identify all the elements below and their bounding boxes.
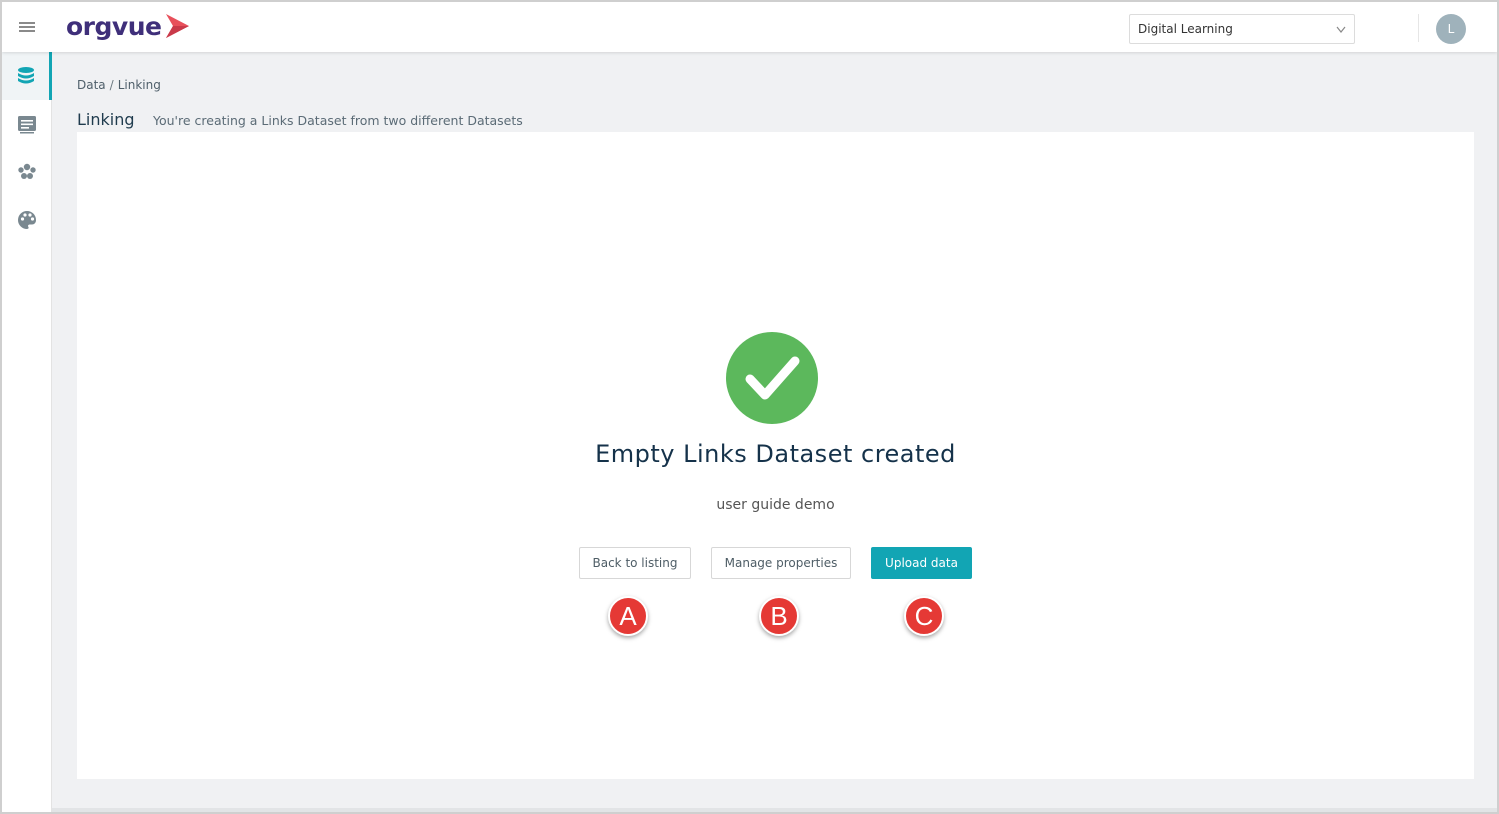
chevron-down-icon xyxy=(1336,26,1346,33)
workspace-select[interactable]: Digital Learning xyxy=(1129,14,1355,44)
manage-properties-button[interactable]: Manage properties xyxy=(711,547,851,579)
sidebar-item-design[interactable] xyxy=(2,196,52,244)
breadcrumb: Data / Linking xyxy=(77,78,161,92)
people-group-icon xyxy=(18,163,36,179)
sidebar-item-people[interactable] xyxy=(2,148,52,196)
success-check-icon xyxy=(726,332,818,424)
page-title: Linking xyxy=(77,110,135,129)
logo[interactable]: orgvue xyxy=(66,8,192,44)
avatar-initial: L xyxy=(1447,22,1455,36)
back-to-listing-button[interactable]: Back to listing xyxy=(579,547,691,579)
palette-icon xyxy=(18,210,37,229)
sidebar-item-data[interactable] xyxy=(2,52,52,100)
result-card: Empty Links Dataset created user guide d… xyxy=(77,132,1474,779)
breadcrumb-separator: / xyxy=(109,78,114,92)
sidebar xyxy=(2,52,52,812)
annotation-marker-c: C xyxy=(904,596,944,636)
workspace-select-value: Digital Learning xyxy=(1138,22,1233,36)
app-window: orgvue Digital Learning L Data / Linking… xyxy=(0,0,1499,814)
breadcrumb-current: Linking xyxy=(117,78,161,92)
annotation-marker-b: B xyxy=(759,596,799,636)
database-icon xyxy=(17,67,34,84)
avatar[interactable]: L xyxy=(1436,14,1466,44)
divider xyxy=(1418,14,1419,42)
bottom-strip xyxy=(52,808,1497,812)
logo-text: orgvue xyxy=(66,11,162,41)
page-subtitle: You're creating a Links Dataset from two… xyxy=(153,113,523,128)
upload-data-button[interactable]: Upload data xyxy=(871,547,972,579)
logo-mark-icon xyxy=(166,14,190,38)
breadcrumb-root[interactable]: Data xyxy=(77,78,106,92)
document-list-icon xyxy=(18,116,36,134)
annotation-marker-a: A xyxy=(608,596,648,636)
top-bar: orgvue Digital Learning L xyxy=(2,2,1497,52)
sidebar-item-views[interactable] xyxy=(2,100,52,148)
success-title: Empty Links Dataset created xyxy=(595,440,956,468)
dataset-name: user guide demo xyxy=(716,497,835,513)
menu-icon[interactable] xyxy=(19,19,37,33)
